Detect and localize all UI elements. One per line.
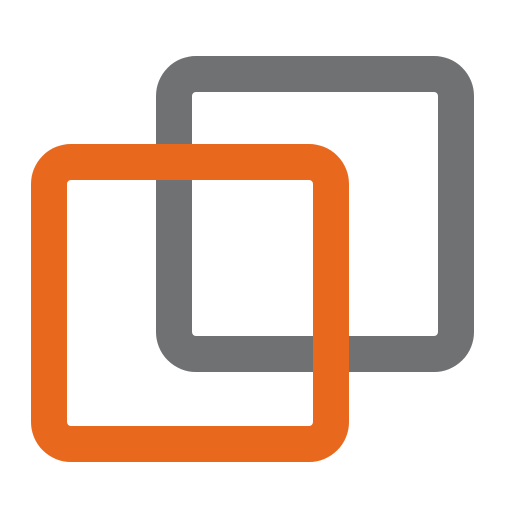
icon-canvas: [0, 0, 512, 512]
overlapping-squares-icon: [31, 56, 474, 462]
